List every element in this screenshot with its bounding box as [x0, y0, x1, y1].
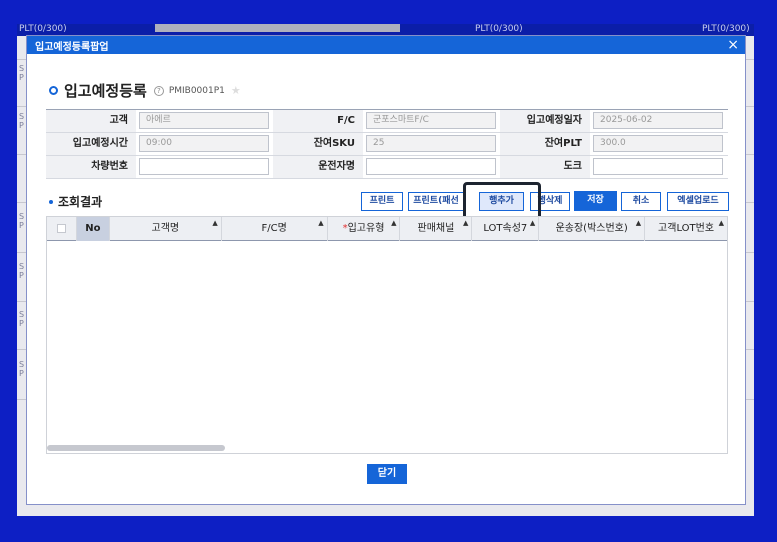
background-side-label: S P [19, 64, 25, 82]
background-side-label: S P [19, 310, 25, 328]
dock-input[interactable] [593, 158, 723, 175]
grid-header: No 고객명 ▲ F/C명 ▲ *입고유형 ▲ 판매채널 ▲ LOT속성7 ▲ 운송장(박… [47, 217, 727, 241]
column-waybill[interactable]: 운송장(박스번호) ▲ [539, 217, 646, 241]
close-button[interactable]: 닫기 [367, 464, 407, 484]
customer-label: 고객 [46, 110, 136, 132]
print-pallet-button[interactable]: 프린트(패선 [408, 192, 464, 211]
column-inbound-type[interactable]: *입고유형 ▲ [328, 217, 401, 241]
save-button[interactable]: 저장 [574, 191, 617, 211]
results-title: 조회결과 [58, 195, 103, 209]
background-side-label: S P [19, 112, 25, 130]
inbound-time-field[interactable]: 09:00 [139, 135, 269, 152]
results-grid: No 고객명 ▲ F/C명 ▲ *입고유형 ▲ 판매채널 ▲ LOT속성7 ▲ 운송장(박… [46, 216, 728, 454]
column-customer-name[interactable]: 고객명 ▲ [110, 217, 222, 241]
sort-arrow-icon: ▲ [635, 219, 642, 227]
help-icon[interactable]: ? [153, 85, 164, 96]
inbound-date-label: 입고예정일자 [500, 110, 590, 132]
circle-bullet-icon [49, 86, 58, 95]
column-sales-channel[interactable]: 판매채널 ▲ [400, 217, 473, 241]
column-label: F/C명 [261, 223, 287, 234]
form-row: 입고예정시간 09:00 잔여SKU 25 잔여PLT 300.0 [46, 133, 728, 156]
remaining-sku-field[interactable]: 25 [366, 135, 496, 152]
select-all-checkbox[interactable] [56, 223, 66, 233]
background-plt-label: PLT(0/300) [702, 24, 750, 34]
cancel-button[interactable]: 취소 [621, 192, 661, 211]
inbound-time-label: 입고예정시간 [46, 133, 136, 155]
search-form: 고객 아에르 F/C 군포스마트F/C 입고예정일자 2025-06-02 입고… [46, 109, 728, 179]
inbound-registration-popup: 입고예정등록팝업 × 입고예정등록 ? PMIB0001P1 ★ 고객 아에르 … [26, 35, 746, 505]
remaining-plt-label: 잔여PLT [500, 133, 590, 155]
close-icon[interactable]: × [727, 38, 739, 52]
horizontal-scrollbar[interactable] [47, 445, 225, 451]
sort-arrow-icon: ▲ [391, 219, 397, 227]
column-label: 운송장(박스번호) [555, 223, 628, 234]
results-section-header: 조회결과 [49, 193, 102, 210]
background-scrollbar [155, 24, 400, 32]
fc-field[interactable]: 군포스마트F/C [366, 112, 496, 129]
remaining-sku-label: 잔여SKU [273, 133, 363, 155]
sort-arrow-icon: ▲ [718, 219, 724, 227]
background-side-label: S P [19, 212, 25, 230]
excel-upload-button[interactable]: 엑셀업로드 [667, 192, 729, 211]
form-row: 차량번호 운전자명 도크 [46, 156, 728, 179]
page-title: 입고예정등록 [64, 82, 147, 100]
popup-title: 입고예정등록팝업 [35, 41, 109, 53]
column-customer-lot[interactable]: 고객LOT번호 ▲ [645, 217, 727, 241]
remaining-plt-field[interactable]: 300.0 [593, 135, 723, 152]
sort-arrow-icon: ▲ [318, 219, 324, 227]
favorite-star-icon[interactable]: ★ [231, 84, 241, 97]
background-plt-label: PLT(0/300) [475, 24, 523, 34]
highlight-box [463, 182, 541, 220]
column-label: 고객명 [151, 223, 180, 234]
vehicle-number-label: 차량번호 [46, 156, 136, 178]
column-fc-name[interactable]: F/C명 ▲ [222, 217, 328, 241]
select-all-column [47, 217, 77, 241]
program-id: PMIB0001P1 [168, 85, 225, 96]
column-label: LOT속성7 [483, 223, 528, 234]
dot-bullet-icon [49, 199, 53, 204]
column-label: 고객LOT번호 [658, 223, 715, 234]
driver-name-label: 운전자명 [273, 156, 363, 178]
sort-arrow-icon: ▲ [529, 219, 536, 227]
print-button[interactable]: 프린트 [361, 192, 403, 211]
background-side-label: S P [19, 360, 25, 378]
background-side-label: S P [19, 262, 25, 280]
background-plt-label: PLT(0/300) [19, 24, 67, 34]
dock-label: 도크 [500, 156, 590, 178]
column-label: 판매채널 [417, 223, 455, 234]
popup-titlebar: 입고예정등록팝업 × [27, 36, 745, 54]
fc-label: F/C [273, 110, 363, 132]
form-row: 고객 아에르 F/C 군포스마트F/C 입고예정일자 2025-06-02 [46, 110, 728, 133]
column-label: 입고유형 [347, 223, 385, 234]
customer-field[interactable]: 아에르 [139, 112, 269, 129]
vehicle-number-input[interactable] [139, 158, 269, 175]
sort-arrow-icon: ▲ [462, 219, 469, 227]
column-no[interactable]: No [76, 217, 110, 241]
inbound-date-field[interactable]: 2025-06-02 [593, 112, 723, 129]
driver-name-input[interactable] [366, 158, 496, 175]
column-lot-attribute-7[interactable]: LOT속성7 ▲ [472, 217, 540, 241]
sort-arrow-icon: ▲ [212, 219, 218, 227]
page-header: 입고예정등록 ? PMIB0001P1 ★ [49, 80, 241, 101]
